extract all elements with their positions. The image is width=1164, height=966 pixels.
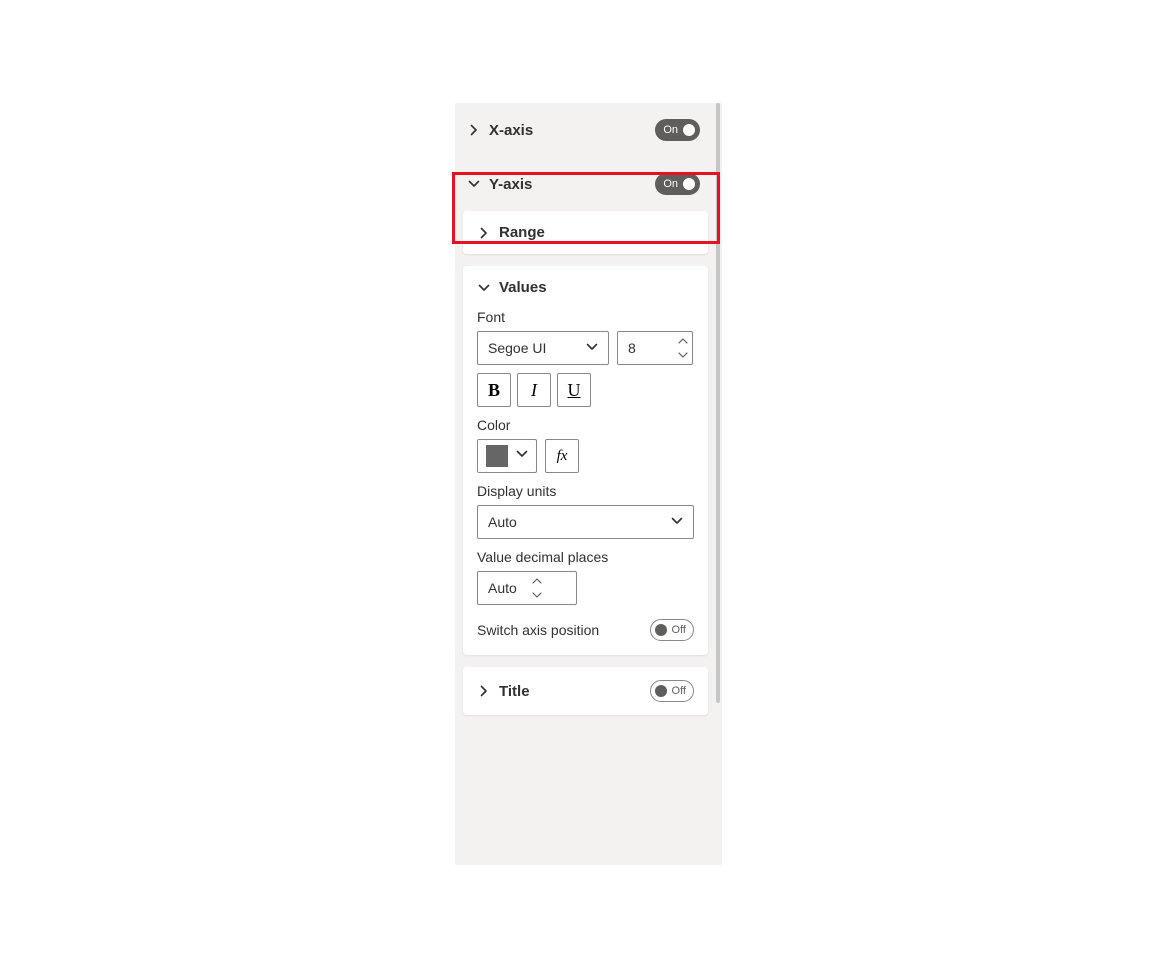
values-card: Values Font Segoe UI 8 <box>463 266 708 655</box>
toggle-knob <box>683 124 695 136</box>
y-axis-toggle[interactable]: On <box>655 173 700 195</box>
spinner-down[interactable] <box>673 348 692 362</box>
font-size-spinner[interactable]: 8 <box>617 331 693 365</box>
values-body: Font Segoe UI 8 <box>463 309 708 655</box>
title-toggle[interactable]: Off <box>650 680 694 702</box>
y-axis-section-header[interactable]: Y-axis On <box>463 157 708 211</box>
chevron-down-icon <box>586 340 598 356</box>
values-card-header[interactable]: Values <box>463 266 708 309</box>
title-section-title: Title <box>499 683 530 700</box>
title-card-header[interactable]: Title Off <box>463 667 708 715</box>
spinner-down[interactable] <box>528 588 547 602</box>
decimal-places-label: Value decimal places <box>477 549 694 565</box>
decimal-places-value: Auto <box>478 572 527 604</box>
toggle-label: Off <box>669 685 689 697</box>
decimal-places-spinner[interactable]: Auto <box>477 571 577 605</box>
range-card-header[interactable]: Range <box>463 211 708 254</box>
scrollbar-thumb[interactable] <box>716 103 720 703</box>
toggle-knob <box>683 178 695 190</box>
switch-axis-toggle[interactable]: Off <box>650 619 694 641</box>
format-panel: X-axis On Y-axis On <box>455 103 722 865</box>
fx-button[interactable]: fx <box>545 439 579 473</box>
x-axis-title: X-axis <box>489 122 533 139</box>
chevron-right-icon <box>477 684 491 698</box>
panel-content: X-axis On Y-axis On <box>455 103 716 865</box>
font-family-select[interactable]: Segoe UI <box>477 331 609 365</box>
color-picker[interactable] <box>477 439 537 473</box>
font-family-value: Segoe UI <box>488 340 546 356</box>
chevron-right-icon <box>477 226 491 240</box>
scrollbar[interactable] <box>716 103 722 865</box>
chevron-down-icon <box>671 514 683 530</box>
italic-button[interactable]: I <box>517 373 551 407</box>
display-units-select[interactable]: Auto <box>477 505 694 539</box>
range-card: Range <box>463 211 708 254</box>
color-swatch <box>486 445 508 467</box>
chevron-down-icon <box>477 281 491 295</box>
spinner-up[interactable] <box>673 334 692 348</box>
spinner-up[interactable] <box>528 574 547 588</box>
font-size-value: 8 <box>618 332 672 364</box>
toggle-knob <box>655 624 667 636</box>
x-axis-section-header[interactable]: X-axis On <box>463 103 708 157</box>
title-card: Title Off <box>463 667 708 715</box>
color-label: Color <box>477 417 694 433</box>
display-units-label: Display units <box>477 483 694 499</box>
bold-button[interactable]: B <box>477 373 511 407</box>
values-title: Values <box>499 279 547 296</box>
display-units-value: Auto <box>488 514 517 530</box>
chevron-down-icon <box>467 177 481 191</box>
font-label: Font <box>477 309 694 325</box>
underline-button[interactable]: U <box>557 373 591 407</box>
chevron-down-icon <box>516 447 528 465</box>
switch-axis-label: Switch axis position <box>477 622 599 638</box>
toggle-knob <box>655 685 667 697</box>
x-axis-toggle[interactable]: On <box>655 119 700 141</box>
toggle-label: Off <box>669 624 689 636</box>
toggle-label: On <box>660 178 681 190</box>
toggle-label: On <box>660 124 681 136</box>
range-title: Range <box>499 224 545 241</box>
chevron-right-icon <box>467 123 481 137</box>
y-axis-title: Y-axis <box>489 176 532 193</box>
